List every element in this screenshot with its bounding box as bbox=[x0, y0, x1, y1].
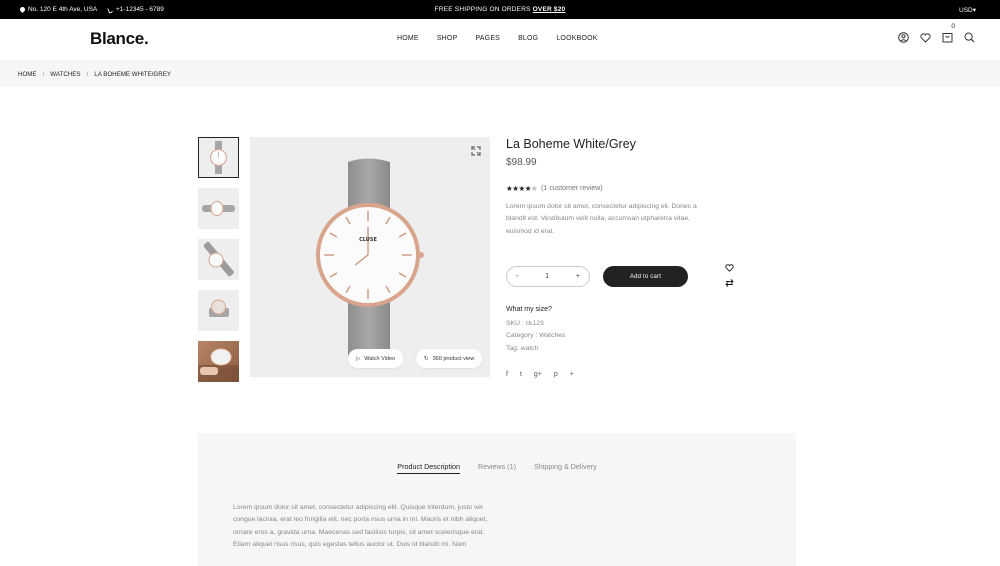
thumbnail-2[interactable] bbox=[198, 188, 239, 229]
nav-item-home[interactable]: HOME bbox=[397, 35, 419, 42]
thumbnail-5[interactable] bbox=[198, 341, 239, 382]
logo[interactable]: Blance. bbox=[90, 29, 149, 49]
tab-content: Lorem ipsum dolor sit amet, consectetur … bbox=[233, 504, 488, 548]
compare-icon[interactable] bbox=[725, 279, 734, 287]
watch-video-label: Watch Video bbox=[364, 355, 396, 362]
watch-front-image bbox=[210, 141, 227, 174]
search-icon[interactable] bbox=[964, 32, 975, 43]
cart[interactable]: 0 bbox=[942, 23, 955, 43]
cart-count-badge: 0 bbox=[951, 23, 955, 30]
thumbnail-1[interactable] bbox=[198, 137, 239, 178]
breadcrumb-watches[interactable]: WATCHES bbox=[50, 71, 80, 78]
site-header: Blance. HOME SHOP PAGES BLOG LOOKBOOK 0 bbox=[0, 19, 1000, 60]
breadcrumb-separator: / bbox=[42, 71, 45, 78]
watch-side-image bbox=[202, 201, 235, 216]
breadcrumb-home[interactable]: HOME bbox=[18, 71, 37, 78]
qty-input[interactable]: 1 bbox=[545, 273, 549, 280]
nav-item-blog[interactable]: BLOG bbox=[518, 35, 538, 42]
tab-shipping-delivery[interactable]: Shipping & Delivery bbox=[534, 462, 597, 474]
pinterest-icon[interactable]: p bbox=[554, 371, 558, 378]
nav-item-lookbook[interactable]: LOOKBOOK bbox=[556, 35, 597, 42]
size-guide-link[interactable]: What my size? bbox=[506, 306, 552, 313]
watch-on-wrist-image bbox=[198, 348, 239, 382]
header-icons: 0 bbox=[898, 23, 975, 43]
top-bar: No. 120 E 4th Ave, USA +1-12345 - 6789 F… bbox=[0, 0, 1000, 19]
star-empty-icon: ★ bbox=[530, 184, 538, 193]
breadcrumb-separator: / bbox=[86, 71, 89, 78]
qty-decrease-button[interactable]: - bbox=[516, 273, 518, 280]
breadcrumb: HOME / WATCHES / LA BOHEME WHITE/GREY bbox=[0, 60, 1000, 87]
quantity-stepper: - 1 + bbox=[506, 266, 590, 287]
watch-video-button[interactable]: ▷ Watch Video bbox=[348, 349, 404, 368]
thumbnail-list bbox=[198, 137, 239, 392]
view-360-button[interactable]: ↻ 360 product view bbox=[416, 349, 483, 368]
rotate-icon: ↻ bbox=[424, 355, 429, 362]
promo-banner: FREE SHIPPING ON ORDERS OVER $20 bbox=[0, 6, 1000, 13]
heart-icon[interactable] bbox=[920, 32, 931, 43]
nav-item-pages[interactable]: PAGES bbox=[475, 35, 500, 42]
review-link[interactable]: (1 customer review) bbox=[541, 185, 602, 192]
tab-reviews[interactable]: Reviews (1) bbox=[478, 462, 516, 474]
watch-image: CLUSE bbox=[316, 158, 424, 364]
view-360-label: 360 product view bbox=[432, 355, 475, 362]
google-plus-icon[interactable]: g+ bbox=[534, 371, 542, 378]
rating: ★★★★★ (1 customer review) bbox=[506, 184, 603, 193]
product-tabs-section: Product Description Reviews (1) Shipping… bbox=[198, 433, 796, 566]
short-description: Lorem ipsum dolor sit amet, consectetur … bbox=[506, 203, 697, 235]
watch-angle-image bbox=[203, 241, 234, 277]
cart-icon[interactable] bbox=[942, 32, 953, 43]
promo-text: FREE SHIPPING ON ORDERS bbox=[434, 6, 531, 13]
chevron-down-icon: ▾ bbox=[972, 7, 976, 14]
currency-selector[interactable]: USD▾ bbox=[959, 6, 976, 14]
main-nav: HOME SHOP PAGES BLOG LOOKBOOK bbox=[397, 35, 616, 42]
breadcrumb-current: LA BOHEME WHITE/GREY bbox=[94, 71, 171, 78]
dial-brand: CLUSE bbox=[359, 237, 377, 243]
nav-item-shop[interactable]: SHOP bbox=[437, 35, 458, 42]
product-title: La Boheme White/Grey bbox=[506, 137, 636, 151]
star-rating: ★★★★★ bbox=[506, 184, 538, 193]
product-meta: SKU : ck123 Category : Watches Tag: watc… bbox=[506, 318, 565, 355]
watch-back-image bbox=[209, 299, 229, 317]
qty-increase-button[interactable]: + bbox=[576, 273, 580, 280]
promo-amount: OVER $20 bbox=[532, 6, 566, 13]
wishlist-heart-icon[interactable] bbox=[725, 264, 734, 272]
product-tabs: Product Description Reviews (1) Shipping… bbox=[198, 462, 796, 474]
facebook-icon[interactable]: f bbox=[506, 371, 508, 378]
thumbnail-3[interactable] bbox=[198, 239, 239, 280]
currency-label: USD bbox=[959, 7, 973, 14]
category: Category : Watches bbox=[506, 332, 566, 340]
tag: Tag: watch bbox=[506, 344, 539, 352]
add-to-cart-button[interactable]: Add to cart bbox=[603, 266, 688, 287]
user-icon[interactable] bbox=[898, 32, 909, 43]
thumbnail-4[interactable] bbox=[198, 290, 239, 331]
tab-product-description[interactable]: Product Description bbox=[397, 462, 461, 474]
main-product-image[interactable]: CLUSE ▷ Watch Video ↻ 360 product view bbox=[250, 137, 490, 377]
play-icon: ▷ bbox=[356, 355, 361, 362]
more-share-icon[interactable]: + bbox=[570, 371, 574, 378]
sku: SKU : ck123 bbox=[506, 320, 544, 327]
expand-icon[interactable] bbox=[471, 146, 481, 156]
social-share: f t g+ p + bbox=[506, 371, 574, 378]
twitter-icon[interactable]: t bbox=[520, 371, 522, 378]
product-price: $98.99 bbox=[506, 157, 537, 168]
